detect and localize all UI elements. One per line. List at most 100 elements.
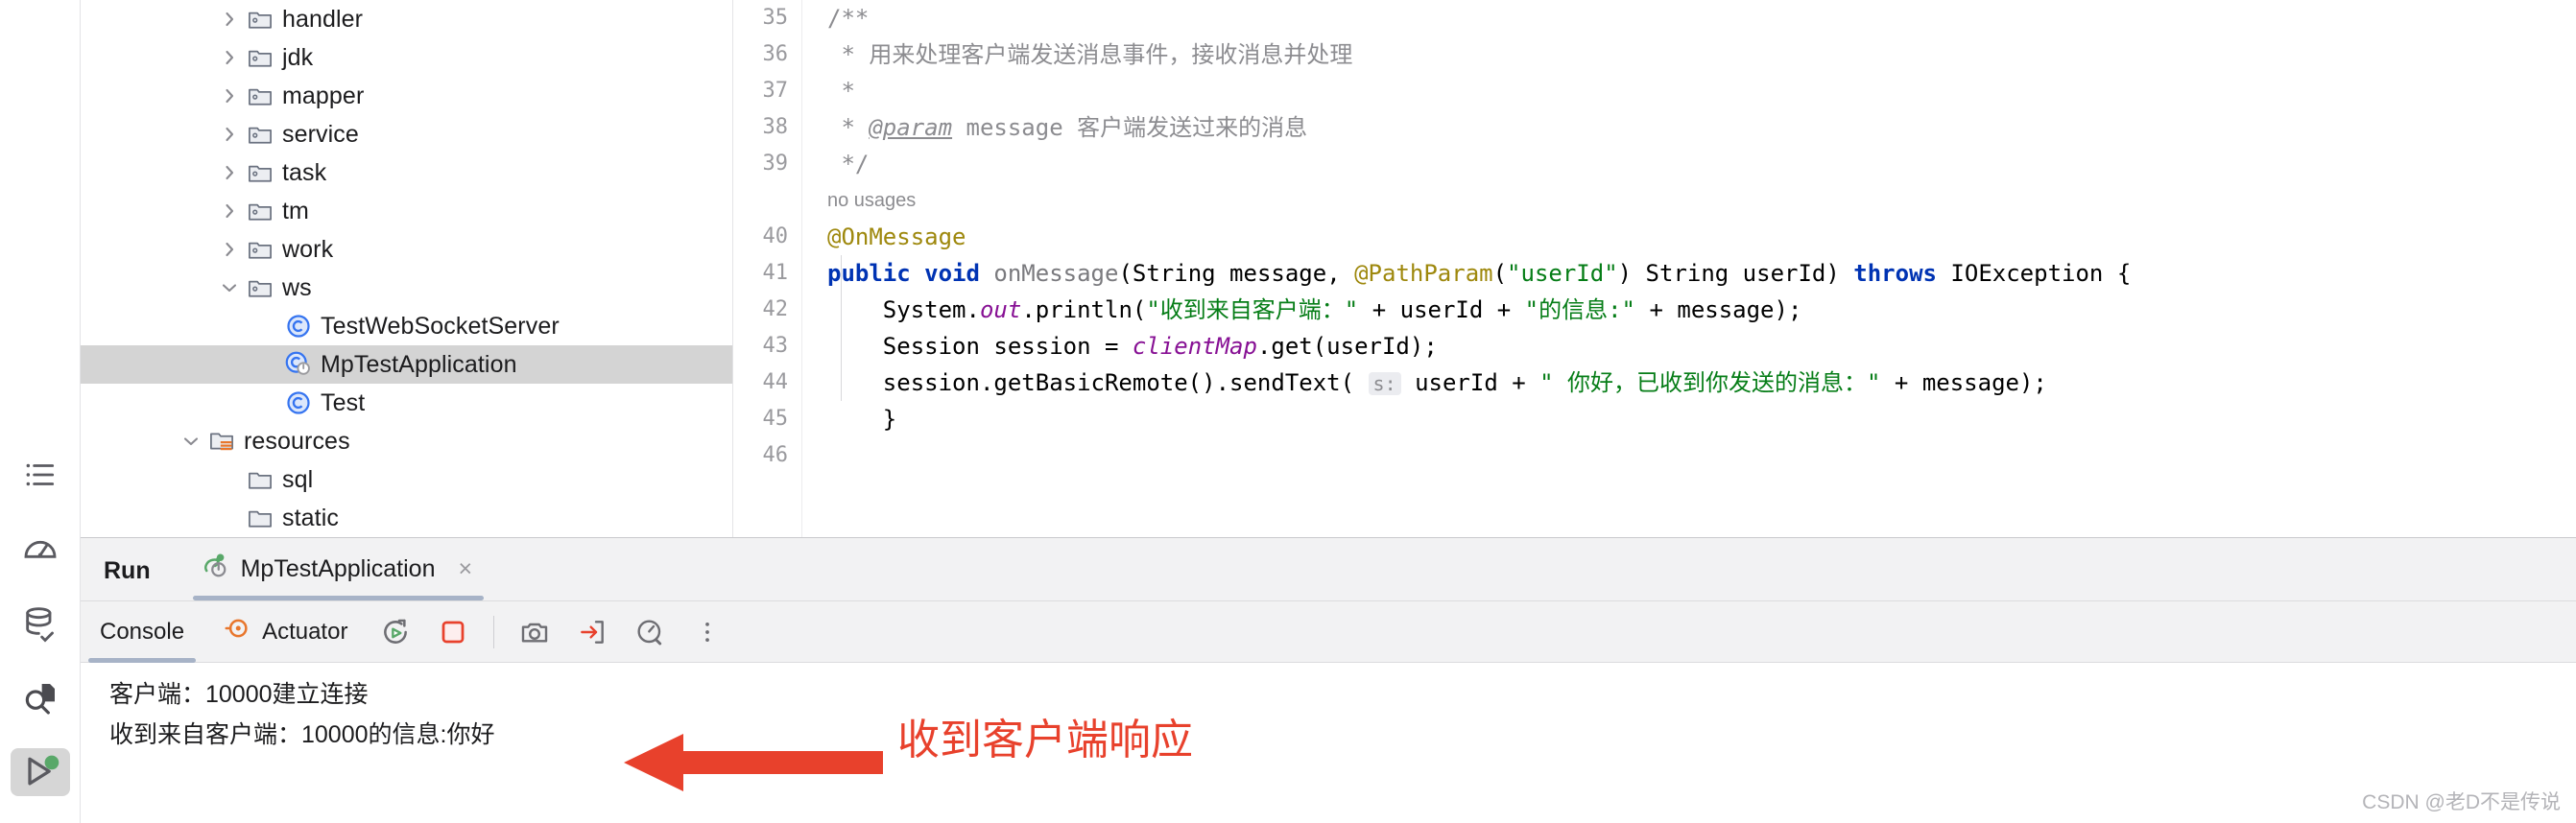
package-folder-icon	[244, 198, 276, 224]
structure-icon[interactable]	[11, 451, 70, 499]
line-number: 43	[762, 334, 789, 358]
tree-item-label: sql	[282, 465, 314, 493]
console-tab-label: Console	[100, 618, 185, 645]
watermark: CSDN @老D不是传说	[2362, 791, 2561, 813]
code-token: " 你好，已收到你发送的消息："	[1539, 369, 1881, 396]
stop-button[interactable]	[430, 609, 476, 655]
tree-item-mapper[interactable]: mapper	[81, 77, 732, 115]
code-line: System.out.println("收到来自客户端：" + userId +…	[827, 292, 2576, 328]
tree-item-service[interactable]: service	[81, 115, 732, 153]
run-tab-label: MpTestApplication	[240, 555, 436, 582]
chevron-right-icon[interactable]	[215, 46, 244, 69]
tree-item-label: mapper	[282, 82, 365, 109]
chevron-right-icon[interactable]	[215, 8, 244, 31]
export-button[interactable]	[569, 609, 615, 655]
endpoints-icon[interactable]	[11, 526, 70, 574]
tree-item-label: tm	[282, 197, 309, 224]
tree-item-sql[interactable]: sql	[81, 460, 732, 499]
code-token: "userId"	[1507, 260, 1618, 287]
code-token: *	[827, 78, 855, 105]
tree-item-jdk[interactable]: jdk	[81, 38, 732, 77]
run-icon[interactable]	[10, 748, 70, 796]
tree-item-testwebsocketserver[interactable]: TestWebSocketServer	[81, 307, 732, 345]
red-arrow-annotation	[624, 729, 883, 801]
code-token: "收到来自客户端："	[1146, 296, 1359, 323]
project-tree-panel[interactable]: handler jdk mapper service task tm work ws TestW…	[81, 0, 733, 537]
tree-item-label: static	[282, 504, 339, 531]
package-folder-icon	[244, 236, 276, 263]
code-token: + userId +	[1358, 296, 1525, 323]
search-everywhere-icon[interactable]	[11, 674, 70, 722]
rerun-button[interactable]	[372, 609, 418, 655]
code-line: *	[827, 73, 2576, 109]
tree-item-test[interactable]: Test	[81, 384, 732, 422]
tree-item-resources[interactable]: resources	[81, 422, 732, 460]
code-token: }	[827, 406, 897, 433]
tab-console[interactable]: Console	[81, 601, 203, 663]
code-token: out	[979, 296, 1022, 323]
package-folder-icon	[244, 159, 276, 186]
database-icon[interactable]	[11, 600, 70, 647]
run-window-header: Run MpTestApplication ×	[0, 538, 2576, 601]
line-number: 38	[762, 115, 789, 139]
code-token: * 用来处理客户端发送消息事件，接收消息并处理	[827, 41, 1353, 68]
tree-item-label: MpTestApplication	[321, 350, 517, 378]
tree-item-mptestapplication[interactable]: MpTestApplication	[81, 345, 732, 384]
code-token: session.getBasicRemote().sendText(	[827, 369, 1369, 396]
upper-region: handler jdk mapper service task tm work ws TestW…	[0, 0, 2576, 537]
package-folder-icon	[244, 121, 276, 148]
code-token: Session session =	[827, 333, 1133, 360]
screenshot-button[interactable]	[512, 609, 558, 655]
code-line: Session session = clientMap.get(userId);	[827, 328, 2576, 364]
java-class-run-icon	[282, 350, 315, 379]
code-token: /**	[827, 5, 870, 32]
line-number-gutter: 35 36 37 38 39 40 41 42 43 44 45 46	[733, 0, 802, 537]
code-content[interactable]: /** * 用来处理客户端发送消息事件，接收消息并处理 * * @param m…	[802, 0, 2576, 537]
chevron-down-icon[interactable]	[177, 430, 205, 453]
chevron-right-icon[interactable]	[215, 200, 244, 223]
run-configuration-tab[interactable]: MpTestApplication ×	[183, 552, 494, 600]
line-number: 46	[762, 443, 789, 467]
run-tool-window: Run MpTestApplication × Console Actuator…	[0, 537, 2576, 823]
code-editor[interactable]: 35 36 37 38 39 40 41 42 43 44 45 46 /** * 用来处理客户端发送…	[733, 0, 2576, 537]
chevron-right-icon[interactable]	[215, 161, 244, 184]
actuator-tab-label: Actuator	[262, 618, 348, 645]
folder-icon	[244, 466, 276, 493]
chevron-right-icon[interactable]	[215, 84, 244, 107]
code-token: "的信息:"	[1524, 296, 1636, 323]
package-folder-icon	[244, 274, 276, 301]
code-token: .get(userId);	[1256, 333, 1438, 360]
close-icon[interactable]: ×	[459, 555, 473, 583]
profiler-button[interactable]	[627, 609, 673, 655]
tree-item-task[interactable]: task	[81, 153, 732, 192]
code-line: * @param message 客户端发送过来的消息	[827, 109, 2576, 146]
code-token: IOException {	[1936, 260, 2132, 287]
tree-item-handler[interactable]: handler	[81, 0, 732, 38]
more-options-button[interactable]	[684, 609, 730, 655]
line-number: 35	[762, 6, 789, 30]
code-token: (String message,	[1118, 260, 1355, 287]
package-folder-icon	[244, 6, 276, 33]
active-tab-underline	[192, 596, 485, 600]
project-tree[interactable]: handler jdk mapper service task tm work ws TestW…	[81, 0, 732, 537]
indent-guide	[841, 255, 842, 401]
tree-item-work[interactable]: work	[81, 230, 732, 269]
tree-item-static[interactable]: static	[81, 499, 732, 537]
tree-item-tm[interactable]: tm	[81, 192, 732, 230]
tree-item-label: TestWebSocketServer	[321, 312, 560, 340]
chevron-right-icon[interactable]	[215, 123, 244, 146]
parameter-hint-chip: s:	[1368, 372, 1401, 395]
console-output[interactable]: 客户端：10000建立连接 收到来自客户端：10000的信息:你好	[81, 663, 2576, 823]
tree-item-ws[interactable]: ws	[81, 269, 732, 307]
line-number: 39	[762, 152, 789, 176]
code-line: /**	[827, 0, 2576, 36]
chevron-right-icon[interactable]	[215, 238, 244, 261]
code-line: public void onMessage(String message, @P…	[827, 255, 2576, 292]
chevron-down-icon[interactable]	[215, 276, 244, 299]
tree-item-label: service	[282, 120, 359, 148]
console-toolbar: Console Actuator	[0, 601, 2576, 663]
code-token: @PathParam	[1354, 260, 1493, 287]
tab-actuator[interactable]: Actuator	[203, 601, 367, 663]
code-token: ) String userId)	[1617, 260, 1854, 287]
